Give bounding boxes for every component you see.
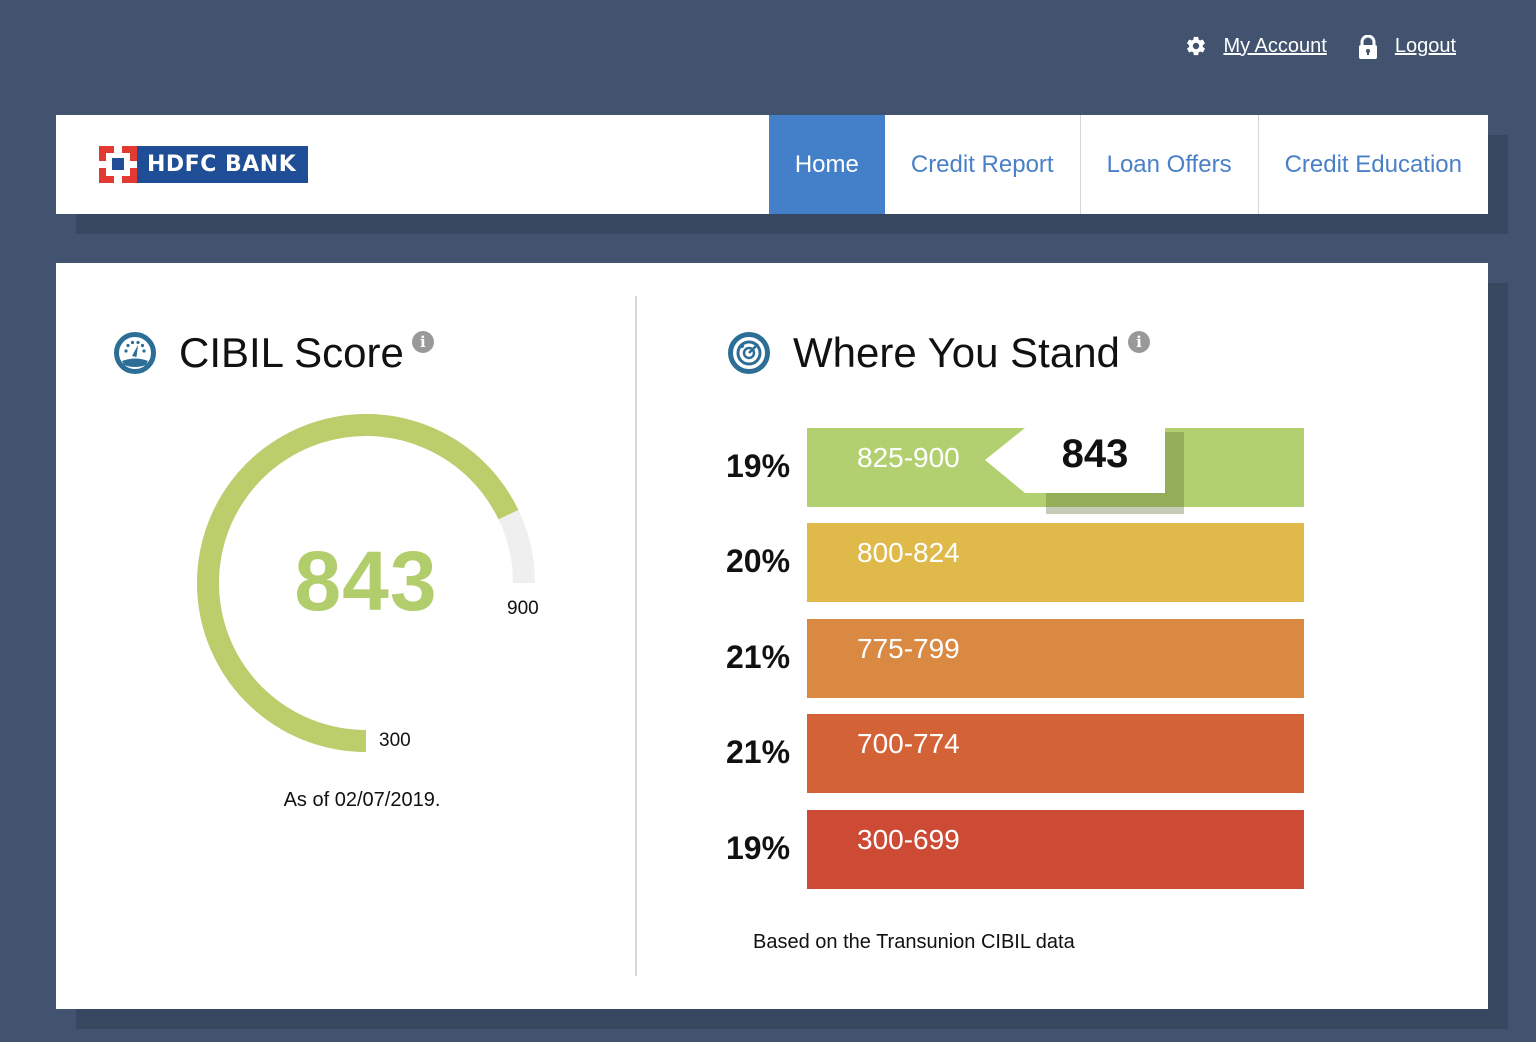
- band-bar: 800-824: [807, 523, 1304, 602]
- radar-icon: [727, 331, 771, 375]
- band-bar: 775-799: [807, 619, 1304, 698]
- user-links: My Account Logout: [1185, 30, 1456, 62]
- lock-icon: [1357, 34, 1379, 59]
- band-percent: 21%: [726, 734, 791, 770]
- info-icon[interactable]: i: [1127, 331, 1150, 353]
- hdfc-logo-mark-icon: [99, 146, 137, 183]
- gear-icon: [1185, 35, 1207, 57]
- cibil-score-heading: CIBIL Score i: [113, 329, 434, 377]
- current-score-marker: 843: [985, 428, 1165, 493]
- band-bar: 300-699: [807, 810, 1304, 889]
- band-range: 300-699: [857, 824, 960, 855]
- where-you-stand-heading: Where You Stand i: [727, 329, 1150, 377]
- logout-link[interactable]: Logout: [1357, 34, 1456, 59]
- my-account-label: My Account: [1223, 34, 1327, 57]
- band-range: 800-824: [857, 537, 960, 568]
- gauge-max-label: 900: [507, 598, 539, 619]
- band-bar: 700-774: [807, 714, 1304, 793]
- band-bar: 825-900 843: [807, 428, 1304, 514]
- nav-home[interactable]: Home: [768, 115, 885, 214]
- marker-score-value: 843: [1061, 432, 1129, 476]
- band-percent: 19%: [726, 448, 791, 484]
- nav-credit-report[interactable]: Credit Report: [885, 115, 1080, 214]
- cibil-score-title: CIBIL Score: [179, 329, 404, 376]
- section-divider: [635, 296, 637, 976]
- source-note: Based on the Transunion CIBIL data: [753, 931, 1075, 953]
- where-you-stand-title: Where You Stand: [793, 329, 1120, 376]
- band-row: 21% 775-799: [726, 619, 1306, 698]
- header: HDFC BANK Home Credit Report Loan Offers…: [56, 115, 1488, 214]
- info-icon[interactable]: i: [411, 331, 434, 353]
- hdfc-logo[interactable]: HDFC BANK: [99, 146, 309, 183]
- band-row: 21% 700-774: [726, 714, 1306, 793]
- as-of-date: As of 02/07/2019.: [283, 789, 441, 811]
- band-percent: 19%: [726, 830, 791, 866]
- nav-credit-education[interactable]: Credit Education: [1257, 115, 1488, 214]
- band-range: 775-799: [857, 633, 960, 664]
- band-percent: 20%: [726, 543, 791, 579]
- my-account-link[interactable]: My Account: [1185, 34, 1327, 58]
- band-range: 825-900: [857, 442, 960, 473]
- brand-name: HDFC BANK: [137, 146, 309, 183]
- band-row: 19% 825-900 843: [726, 428, 1306, 514]
- band-row: 19% 300-699: [726, 810, 1306, 889]
- speedometer-icon: [113, 331, 157, 375]
- band-row: 20% 800-824: [726, 523, 1306, 602]
- nav-loan-offers[interactable]: Loan Offers: [1079, 115, 1258, 214]
- band-percent: 21%: [726, 639, 791, 675]
- score-value: 843: [294, 534, 438, 628]
- main-nav: Home Credit Report Loan Offers Credit Ed…: [768, 115, 1488, 214]
- band-range: 700-774: [857, 728, 960, 759]
- gauge-min-label: 300: [379, 730, 411, 751]
- logout-label: Logout: [1394, 34, 1456, 57]
- score-card: CIBIL Score i 843 300 900 As of 02/07/20…: [56, 263, 1488, 1009]
